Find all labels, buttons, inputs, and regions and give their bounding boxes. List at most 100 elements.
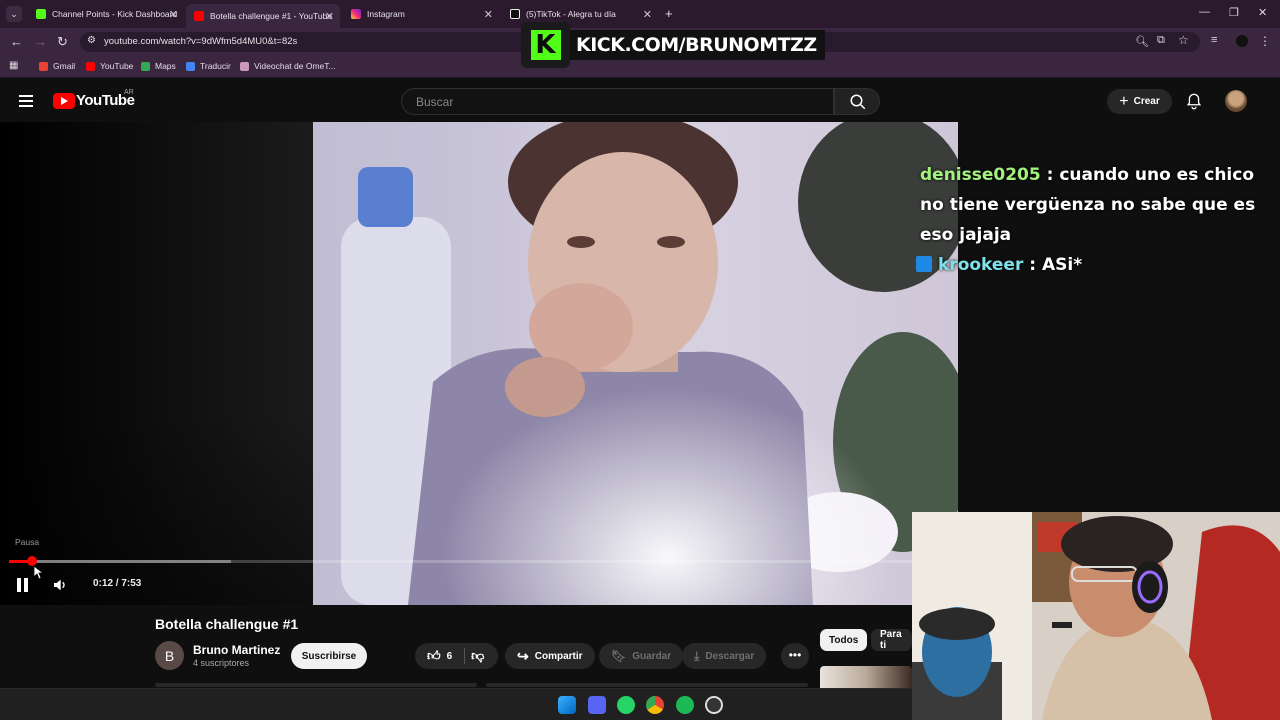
controls-scrim: [0, 122, 313, 605]
more-actions-icon[interactable]: •••: [781, 643, 809, 669]
window-close-icon[interactable]: ✕: [1258, 6, 1267, 19]
whatsapp-icon[interactable]: [617, 696, 635, 714]
youtube-logo-icon[interactable]: [53, 93, 75, 109]
translate-icon: [186, 61, 195, 71]
tiktok-icon: [510, 9, 520, 19]
discord-icon[interactable]: [588, 696, 606, 714]
channel-name[interactable]: Bruno Martinez: [193, 643, 280, 657]
notifications-bell-icon[interactable]: [1186, 93, 1202, 110]
bookmark-translate[interactable]: Traducir: [186, 61, 231, 71]
maps-icon: [141, 61, 150, 71]
site-info-icon[interactable]: ⚙: [87, 35, 96, 46]
like-button[interactable]: 👍︎ 6: [427, 648, 452, 664]
description-box[interactable]: [155, 683, 477, 687]
url-text[interactable]: youtube.com/watch?v=9dWfm5d4MU0&t=82s: [104, 36, 297, 47]
youtube-icon: [86, 61, 95, 71]
media-control-icon[interactable]: ≡: [1211, 34, 1217, 46]
search-input[interactable]: Buscar: [401, 88, 834, 115]
browser-profile-avatar[interactable]: [1236, 35, 1248, 47]
comments-box[interactable]: [486, 683, 808, 687]
chrome-icon[interactable]: [646, 696, 664, 714]
buffered-bar: [9, 560, 232, 563]
obs-icon[interactable]: [705, 696, 723, 714]
share-button[interactable]: ↪ Compartir: [505, 643, 595, 669]
bookmark-gmail[interactable]: Gmail: [39, 61, 75, 71]
thumbs-down-icon[interactable]: 👎︎: [471, 648, 484, 664]
minimize-icon[interactable]: —: [1199, 6, 1210, 18]
pause-icon[interactable]: [17, 578, 29, 592]
download-icon: ⤓: [694, 648, 700, 663]
tab-kick-dashboard[interactable]: Channel Points - Kick Dashboard ✕: [28, 4, 184, 24]
progress-bar[interactable]: [9, 556, 912, 566]
chat-username: denisse0205: [920, 165, 1041, 185]
pause-tooltip: Pausa: [15, 537, 40, 547]
bookmark-label: YouTube: [100, 61, 134, 71]
reload-icon[interactable]: ↻: [57, 34, 68, 50]
webcam-image: [912, 512, 1280, 720]
video-title: Botella challengue #1: [155, 616, 299, 632]
download-button[interactable]: ⤓ Descargar: [682, 643, 767, 669]
tab-title: (5)TikTok - Alegra tu día: [526, 9, 616, 19]
new-tab-icon[interactable]: +: [665, 6, 673, 21]
video-frame[interactable]: [313, 122, 958, 605]
close-icon[interactable]: ✕: [169, 8, 178, 21]
tab-search-icon[interactable]: ⌄: [6, 6, 22, 22]
bookmark-maps[interactable]: Maps: [141, 61, 176, 71]
channel-avatar[interactable]: B: [155, 641, 184, 670]
restore-icon[interactable]: ❐: [1229, 6, 1239, 19]
forward-icon[interactable]: →: [34, 34, 47, 49]
instagram-icon: [351, 9, 361, 19]
search-button[interactable]: [834, 88, 880, 115]
chat-message: denisse0205 : cuando uno es chico no tie…: [912, 160, 1280, 250]
kick-logo: K: [521, 22, 570, 68]
stream-chat-overlay: denisse0205 : cuando uno es chico no tie…: [912, 160, 1280, 280]
subscribe-button[interactable]: Suscribirse: [291, 643, 367, 669]
bookmark-label: Videochat de OmeT...: [254, 61, 336, 71]
volume-icon[interactable]: [52, 577, 68, 593]
streamer-webcam: [912, 512, 1280, 720]
channel-initial: B: [164, 647, 175, 664]
chat-message: krookeer : ASi*: [912, 250, 1280, 280]
zoom-icon[interactable]: 🔍︎: [1135, 35, 1149, 48]
filter-chip-all[interactable]: Todos: [820, 629, 868, 651]
browser-menu-icon[interactable]: ⋮: [1259, 34, 1271, 48]
ometv-icon: [240, 61, 249, 71]
related-video-thumbnail[interactable]: [820, 666, 912, 688]
bookmark-ometv[interactable]: Videochat de OmeT...: [240, 61, 336, 71]
tab-title: Instagram: [367, 9, 405, 19]
close-icon[interactable]: ✕: [325, 10, 334, 23]
save-label: Guardar: [632, 650, 672, 662]
filter-chip-for-you[interactable]: Para ti: [871, 629, 912, 651]
close-icon[interactable]: ✕: [643, 8, 652, 21]
chat-username: krookeer: [938, 255, 1024, 275]
bookmark-label: Gmail: [53, 61, 76, 71]
save-button[interactable]: 🔖︎ Guardar: [599, 643, 684, 669]
scrubber-handle[interactable]: [26, 556, 37, 566]
apps-grid-icon[interactable]: ▦: [9, 60, 18, 71]
thumbs-up-icon: 👍︎: [427, 648, 441, 663]
menu-icon[interactable]: [19, 95, 33, 107]
plus-icon: +: [1119, 92, 1129, 110]
tab-youtube-video[interactable]: Botella challengue #1 - YouTube ✕: [186, 4, 340, 28]
back-icon[interactable]: ←: [10, 34, 23, 49]
share-icon: ↪: [517, 647, 529, 664]
subscriber-count: 4 suscriptores: [193, 658, 250, 668]
video-player[interactable]: Pausa 0:12 / 7:53: [0, 122, 958, 605]
create-button[interactable]: + Crear: [1107, 89, 1172, 114]
video-image: [313, 122, 958, 605]
windows-taskbar: [0, 688, 912, 720]
account-avatar[interactable]: [1225, 90, 1247, 112]
install-app-icon[interactable]: ⧉: [1157, 34, 1165, 47]
tab-tiktok[interactable]: (5)TikTok - Alegra tu día ✕: [502, 4, 658, 24]
youtube-icon: [194, 11, 204, 21]
chat-text: : ASi*: [1023, 255, 1083, 275]
bookmark-youtube[interactable]: YouTube: [86, 61, 133, 71]
bookmark-star-icon[interactable]: ☆: [1178, 33, 1189, 47]
close-icon[interactable]: ✕: [484, 8, 493, 21]
create-label: Crear: [1133, 96, 1160, 107]
tab-instagram[interactable]: Instagram ✕: [343, 4, 499, 24]
search-placeholder: Buscar: [416, 95, 454, 109]
like-dislike-group: 👍︎ 6 👎︎: [415, 643, 498, 669]
spotify-icon[interactable]: [676, 696, 694, 714]
windows-start-icon[interactable]: [558, 696, 576, 714]
